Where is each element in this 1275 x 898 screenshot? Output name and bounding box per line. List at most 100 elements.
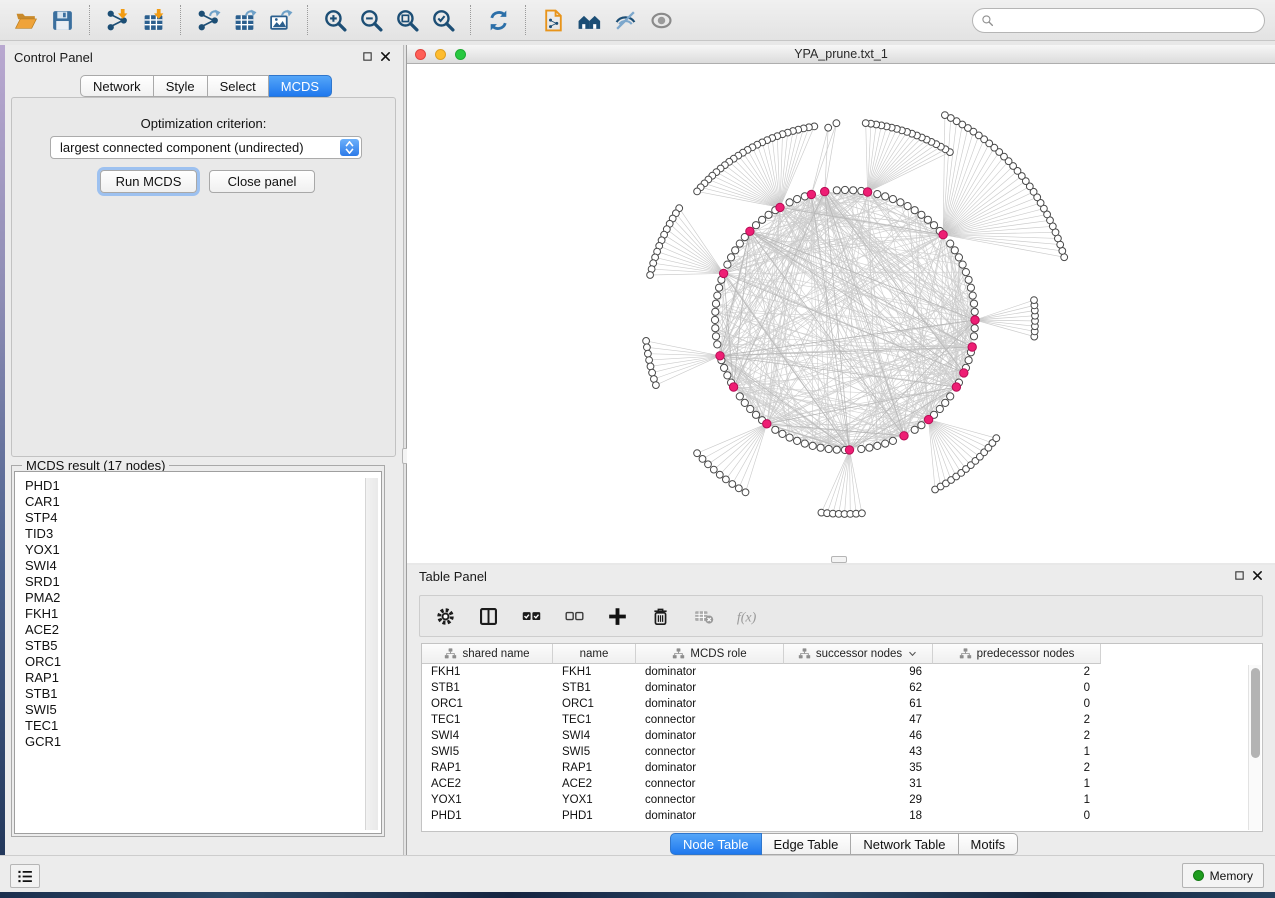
graph-node[interactable] [833, 187, 840, 194]
graph-node[interactable] [649, 369, 656, 376]
run-mcds-button[interactable]: Run MCDS [100, 170, 197, 193]
graph-node[interactable] [645, 350, 652, 357]
graph-node[interactable] [970, 300, 977, 307]
export-image-icon[interactable] [262, 4, 298, 36]
graph-node[interactable] [866, 444, 873, 451]
graph-node[interactable] [747, 405, 754, 412]
graph-hub-node[interactable] [952, 383, 960, 391]
graph-hub-node[interactable] [776, 203, 784, 211]
graph-node[interactable] [947, 393, 954, 400]
graph-node[interactable] [772, 426, 779, 433]
graph-node[interactable] [971, 308, 978, 315]
mcds-result-item[interactable]: RAP1 [18, 670, 365, 686]
tab-network[interactable]: Network [80, 75, 154, 97]
network-canvas[interactable] [407, 64, 1275, 563]
network-window-titlebar[interactable]: YPA_prune.txt_1 [407, 45, 1275, 64]
graph-node[interactable] [721, 364, 728, 371]
graph-node[interactable] [647, 272, 654, 279]
mcds-result-item[interactable]: SWI5 [18, 702, 365, 718]
mcds-result-item[interactable]: ACE2 [18, 622, 365, 638]
graph-node[interactable] [897, 199, 904, 206]
graph-node[interactable] [712, 308, 719, 315]
mcds-result-list[interactable]: PHD1CAR1STP4TID3YOX1SWI4SRD1PMA2FKH1ACE2… [18, 478, 365, 830]
graph-node[interactable] [930, 222, 937, 229]
graph-node[interactable] [653, 382, 660, 389]
graph-node[interactable] [752, 222, 759, 229]
column-header-name[interactable]: name [553, 644, 636, 664]
graph-hub-node[interactable] [719, 269, 727, 277]
tab-network-table[interactable]: Network Table [851, 833, 958, 855]
table-row[interactable]: YOX1YOX1connector291 [422, 792, 1262, 808]
network-from-file-icon[interactable] [535, 4, 571, 36]
hide-graphics-details-icon[interactable] [607, 4, 643, 36]
table-row[interactable]: ACE2ACE2connector311 [422, 776, 1262, 792]
graph-node[interactable] [705, 461, 712, 468]
graph-node[interactable] [1059, 248, 1066, 255]
graph-node[interactable] [947, 240, 954, 247]
graph-node[interactable] [647, 363, 654, 370]
mcds-result-item[interactable]: SWI4 [18, 558, 365, 574]
graph-node[interactable] [971, 325, 978, 332]
graph-node[interactable] [724, 261, 731, 268]
column-header-shared-name[interactable]: shared name [422, 644, 553, 664]
refresh-layout-icon[interactable] [480, 4, 516, 36]
graph-node[interactable] [694, 450, 701, 457]
mcds-result-item[interactable]: PMA2 [18, 590, 365, 606]
tab-motifs[interactable]: Motifs [959, 833, 1019, 855]
mcds-result-scrollbar[interactable] [365, 478, 378, 830]
graph-node[interactable] [716, 471, 723, 478]
select-all-icon[interactable] [518, 603, 544, 629]
graph-node[interactable] [711, 316, 718, 323]
graph-hub-node[interactable] [746, 227, 754, 235]
graph-node[interactable] [646, 357, 653, 364]
graph-node[interactable] [825, 124, 832, 131]
graph-node[interactable] [710, 466, 717, 473]
graph-node[interactable] [882, 193, 889, 200]
memory-button[interactable]: Memory [1182, 863, 1264, 888]
graph-node[interactable] [911, 207, 918, 214]
graph-node[interactable] [967, 284, 974, 291]
graph-node[interactable] [936, 405, 943, 412]
graph-node[interactable] [712, 333, 719, 340]
graph-node[interactable] [969, 292, 976, 299]
graph-node[interactable] [833, 446, 840, 453]
mcds-result-item[interactable]: STP4 [18, 510, 365, 526]
graph-node[interactable] [959, 261, 966, 268]
graph-node[interactable] [644, 344, 651, 351]
graph-node[interactable] [716, 284, 723, 291]
table-row[interactable]: RAP1RAP1dominator352 [422, 760, 1262, 776]
graph-node[interactable] [825, 445, 832, 452]
graph-hub-node[interactable] [900, 432, 908, 440]
graph-node[interactable] [955, 254, 962, 261]
mcds-result-item[interactable]: GCR1 [18, 734, 365, 750]
table-scrollbar[interactable] [1248, 665, 1261, 830]
settings-gear-icon[interactable] [432, 603, 458, 629]
network-graph[interactable] [407, 64, 1275, 563]
export-network-icon[interactable] [190, 4, 226, 36]
graph-node[interactable] [752, 411, 759, 418]
zoom-in-icon[interactable] [317, 4, 353, 36]
graph-node[interactable] [1061, 254, 1068, 261]
graph-node[interactable] [889, 196, 896, 203]
graph-node[interactable] [874, 442, 881, 449]
mcds-result-item[interactable]: TID3 [18, 526, 365, 542]
graph-node[interactable] [942, 112, 949, 119]
search-field[interactable] [972, 8, 1265, 33]
graph-node[interactable] [786, 199, 793, 206]
graph-node[interactable] [759, 216, 766, 223]
graph-node[interactable] [970, 333, 977, 340]
table-row[interactable]: FKH1FKH1dominator962 [422, 664, 1262, 680]
graph-node[interactable] [699, 456, 706, 463]
graph-node[interactable] [889, 437, 896, 444]
search-input[interactable] [994, 11, 1264, 31]
delete-column-icon[interactable] [647, 603, 673, 629]
task-history-button[interactable] [10, 864, 40, 888]
graph-node[interactable] [779, 430, 786, 437]
graph-node[interactable] [904, 203, 911, 210]
import-network-icon[interactable] [99, 4, 135, 36]
graph-node[interactable] [841, 186, 848, 193]
table-scrollbar-thumb[interactable] [1251, 668, 1260, 758]
graph-node[interactable] [741, 399, 748, 406]
mcds-result-item[interactable]: ORC1 [18, 654, 365, 670]
table-row[interactable]: PHD1PHD1dominator180 [422, 808, 1262, 824]
